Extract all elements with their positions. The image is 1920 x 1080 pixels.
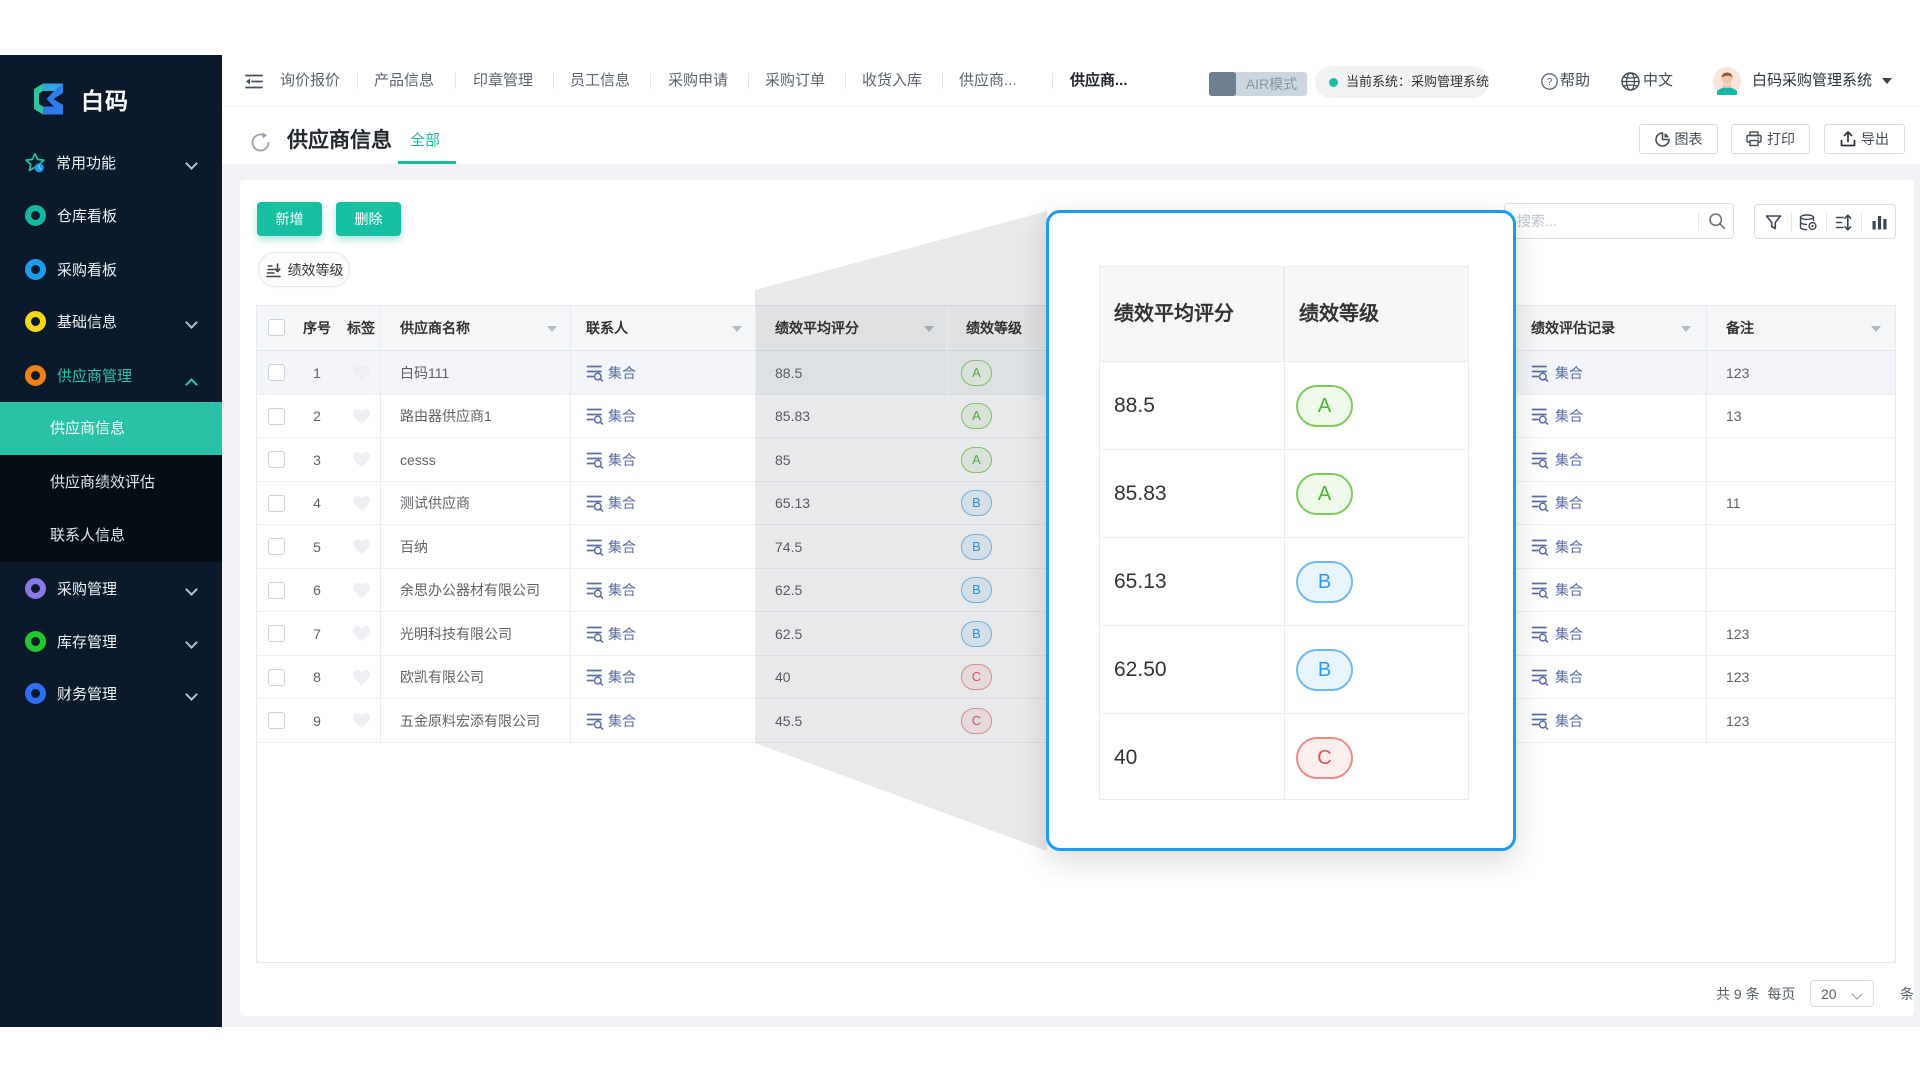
svg-text:?: ? [1547, 77, 1553, 88]
